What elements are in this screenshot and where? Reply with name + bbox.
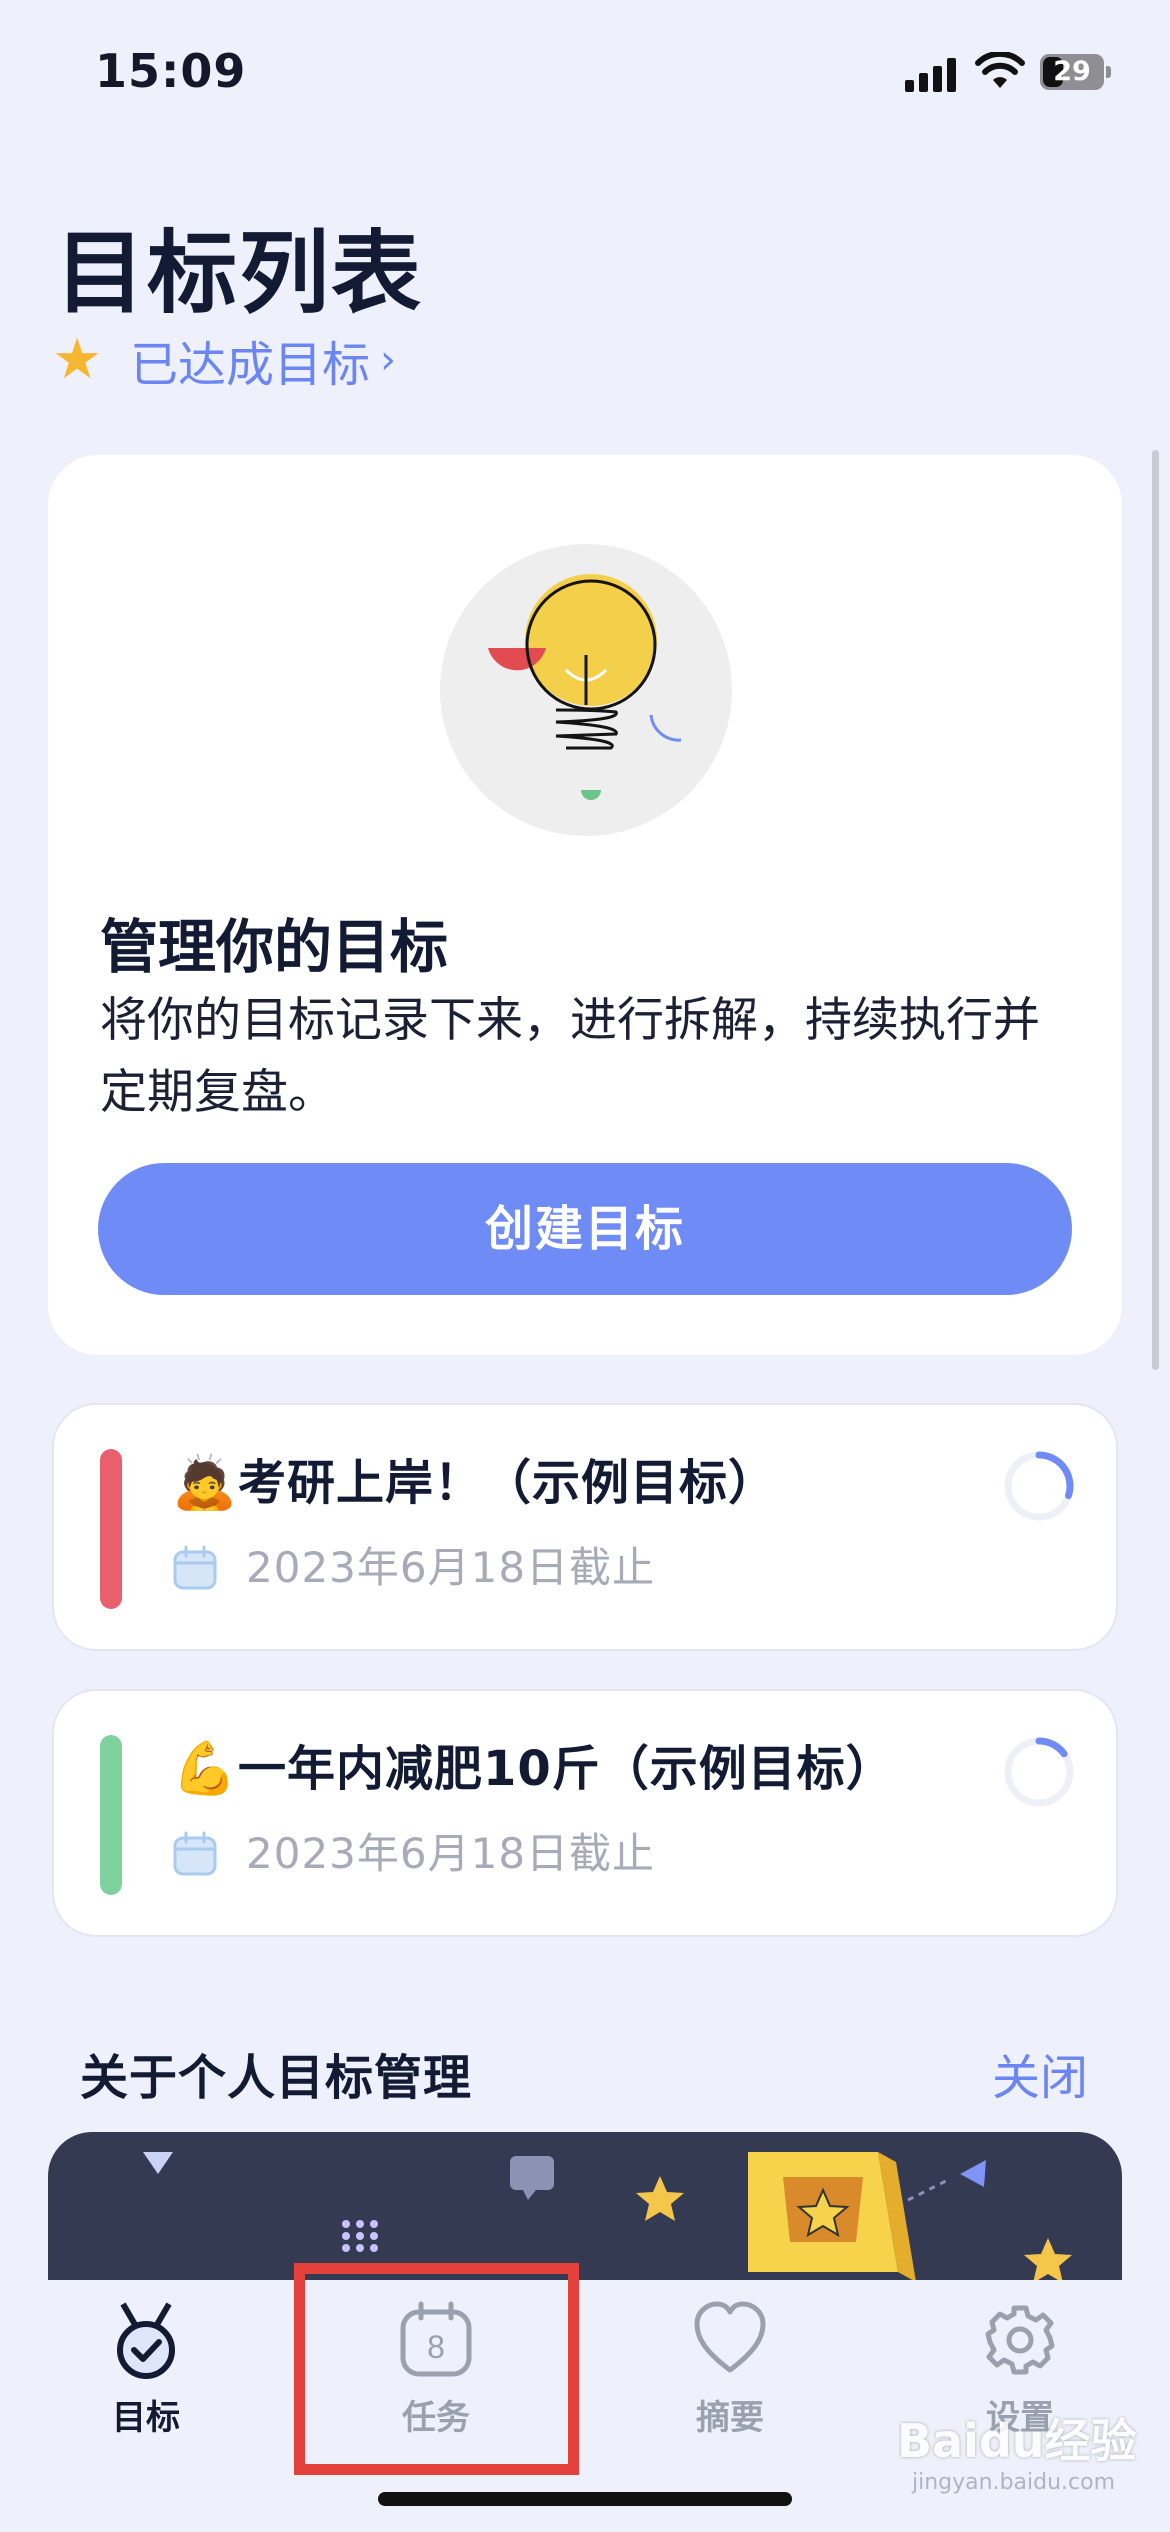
tab-label: 摘要 bbox=[696, 2398, 764, 2438]
heart-icon bbox=[694, 2301, 766, 2373]
achieved-goals-link[interactable]: ★ 已达成目标 › bbox=[52, 325, 396, 395]
star-icon: ★ bbox=[52, 327, 103, 392]
intro-title: 管理你的目标 bbox=[100, 913, 449, 981]
goal-color-bar bbox=[100, 1449, 122, 1609]
battery-icon: 29 bbox=[1040, 54, 1112, 90]
highlight-annotation bbox=[294, 2263, 579, 2475]
watermark-logo: Baidu经验 bbox=[897, 2414, 1137, 2468]
goal-emoji: 🙇 bbox=[172, 1453, 237, 1513]
tab-goals[interactable]: 目标 bbox=[46, 2280, 246, 2438]
calendar-icon bbox=[173, 1831, 217, 1876]
chevron-right-icon: › bbox=[380, 337, 397, 383]
about-section-title: 关于个人目标管理 bbox=[80, 2050, 473, 2106]
wifi-icon bbox=[975, 52, 1025, 88]
about-close-button[interactable]: 关闭 bbox=[992, 2038, 1088, 2108]
intro-card: 管理你的目标 将你的目标记录下来，进行拆解，持续执行并定期复盘。 创建目标 bbox=[48, 455, 1122, 1355]
create-goal-button[interactable]: 创建目标 bbox=[98, 1163, 1072, 1295]
tab-summary[interactable]: 摘要 bbox=[630, 2280, 830, 2438]
goal-title: 考研上岸！（示例目标） bbox=[238, 1455, 778, 1511]
medal-icon bbox=[117, 2302, 175, 2379]
scrollbar[interactable] bbox=[1152, 450, 1159, 1370]
watermark-url: jingyan.baidu.com bbox=[912, 2470, 1116, 2495]
cellular-signal-icon bbox=[905, 56, 957, 92]
progress-ring-icon bbox=[1004, 1737, 1074, 1807]
goal-title: 一年内减肥10斤（示例目标） bbox=[238, 1741, 895, 1797]
calendar-icon bbox=[173, 1545, 217, 1590]
status-bar: 15:09 29 bbox=[0, 0, 1170, 150]
goal-color-bar bbox=[100, 1735, 122, 1895]
gear-icon bbox=[985, 2305, 1055, 2375]
lightbulb-illustration bbox=[440, 544, 732, 836]
achieved-goals-label: 已达成目标 bbox=[130, 337, 371, 393]
intro-description: 将你的目标记录下来，进行拆解，持续执行并定期复盘。 bbox=[100, 993, 1040, 1120]
goal-deadline: 2023年6月18日截止 bbox=[246, 1829, 656, 1878]
status-time: 15:09 bbox=[95, 44, 247, 98]
goal-card[interactable]: 🙇 考研上岸！（示例目标） 2023年6月18日截止 bbox=[52, 1403, 1118, 1651]
page-title: 目标列表 bbox=[55, 221, 423, 326]
home-indicator[interactable] bbox=[378, 2492, 792, 2506]
progress-ring-icon bbox=[1004, 1451, 1074, 1521]
goal-card[interactable]: 💪 一年内减肥10斤（示例目标） 2023年6月18日截止 bbox=[52, 1689, 1118, 1937]
goal-deadline: 2023年6月18日截止 bbox=[246, 1543, 656, 1592]
goal-emoji: 💪 bbox=[172, 1739, 237, 1799]
tab-label: 目标 bbox=[112, 2398, 180, 2438]
battery-level: 29 bbox=[1053, 56, 1091, 87]
